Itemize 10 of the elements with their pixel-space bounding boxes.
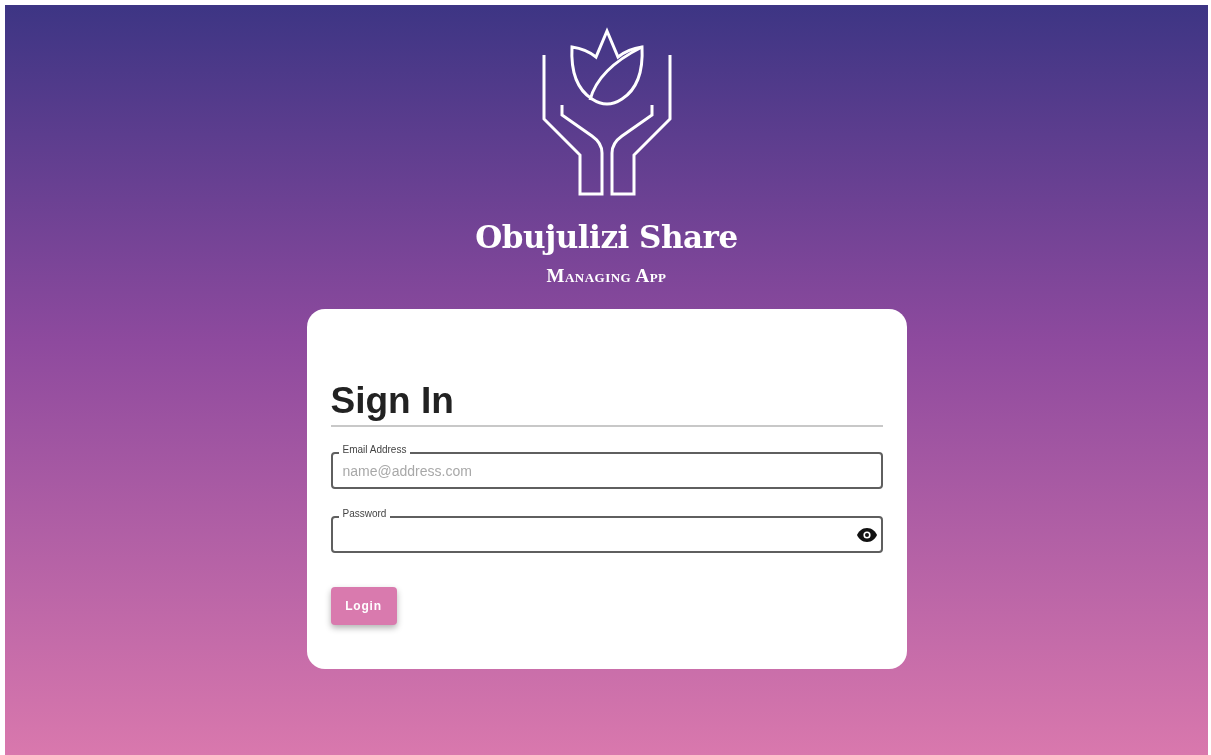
field-label: Email Address xyxy=(338,443,411,457)
login-button[interactable]: Login xyxy=(330,587,397,625)
app-subtitle: Managing App xyxy=(546,265,667,287)
eye-icon[interactable] xyxy=(856,528,877,542)
email-field[interactable]: name@address.com xyxy=(330,452,883,489)
app-title: Obujulizi Share xyxy=(475,219,738,255)
field-label: Password xyxy=(338,507,391,521)
hands-flower-logo-icon xyxy=(541,27,672,197)
sign-in-heading: Sign In xyxy=(330,379,883,427)
password-field[interactable] xyxy=(330,516,883,553)
